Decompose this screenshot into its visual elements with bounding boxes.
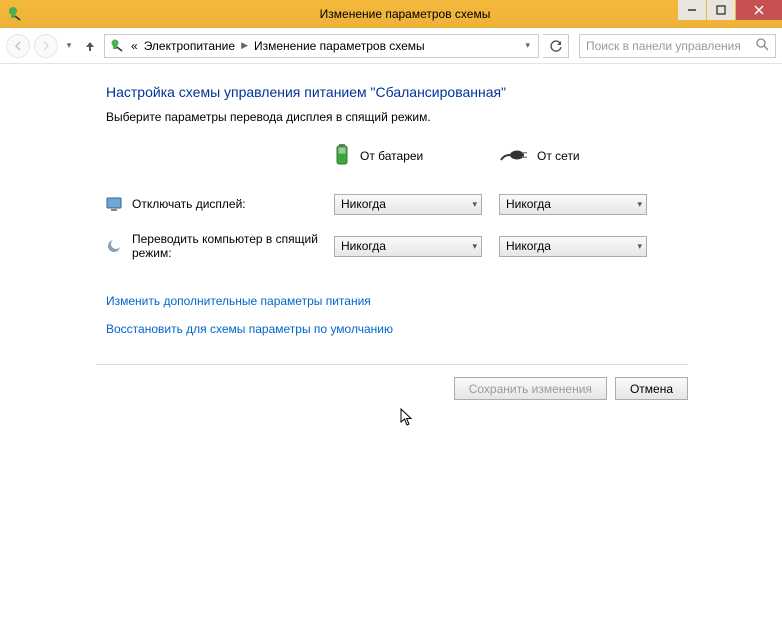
title-bar: Изменение параметров схемы bbox=[0, 0, 782, 28]
battery-icon bbox=[334, 143, 350, 170]
display-off-battery-combo[interactable]: Никогда ▾ bbox=[334, 194, 482, 215]
cancel-button[interactable]: Отмена bbox=[615, 377, 688, 400]
mains-label: От сети bbox=[537, 149, 580, 163]
display-off-mains-combo[interactable]: Никогда ▾ bbox=[499, 194, 647, 215]
page-title: Настройка схемы управления питанием "Сба… bbox=[106, 84, 700, 100]
moon-icon bbox=[106, 238, 122, 254]
row-display-off: Отключать дисплей: Никогда ▾ Никогда ▾ bbox=[106, 192, 700, 216]
breadcrumb-prefix: « bbox=[131, 39, 138, 53]
chevron-down-icon: ▾ bbox=[472, 241, 477, 252]
chevron-right-icon: ▶ bbox=[241, 40, 248, 51]
back-button[interactable] bbox=[6, 34, 30, 58]
chevron-down-icon: ▾ bbox=[637, 241, 642, 252]
battery-column-header: От батареи bbox=[334, 142, 499, 170]
display-off-label: Отключать дисплей: bbox=[132, 197, 246, 211]
window-title: Изменение параметров схемы bbox=[28, 7, 782, 21]
breadcrumb-edit-plan[interactable]: Изменение параметров схемы bbox=[254, 39, 425, 53]
restore-defaults-link[interactable]: Восстановить для схемы параметры по умол… bbox=[106, 322, 700, 336]
main-content: Настройка схемы управления питанием "Сба… bbox=[0, 64, 700, 412]
breadcrumb-power[interactable]: Электропитание bbox=[144, 39, 235, 53]
sleep-label: Переводить компьютер в спящий режим: bbox=[132, 232, 327, 260]
advanced-settings-link[interactable]: Изменить дополнительные параметры питани… bbox=[106, 294, 700, 308]
plug-icon bbox=[499, 146, 527, 167]
search-icon bbox=[756, 38, 769, 54]
footer: Сохранить изменения Отмена bbox=[96, 364, 688, 412]
search-box[interactable] bbox=[579, 34, 776, 58]
battery-label: От батареи bbox=[360, 149, 423, 163]
row-sleep: Переводить компьютер в спящий режим: Ник… bbox=[106, 232, 700, 260]
history-dropdown-icon[interactable]: ▾ bbox=[62, 40, 76, 51]
sleep-mains-combo[interactable]: Никогда ▾ bbox=[499, 236, 647, 257]
save-button[interactable]: Сохранить изменения bbox=[454, 377, 607, 400]
chevron-down-icon: ▾ bbox=[472, 199, 477, 210]
page-subtitle: Выберите параметры перевода дисплея в сп… bbox=[106, 110, 700, 124]
sleep-battery-combo[interactable]: Никогда ▾ bbox=[334, 236, 482, 257]
search-input[interactable] bbox=[586, 39, 750, 53]
maximize-button[interactable] bbox=[707, 0, 735, 20]
refresh-button[interactable] bbox=[543, 34, 569, 58]
app-icon bbox=[0, 6, 28, 22]
address-bar: ▾ « Электропитание ▶ Изменение параметро… bbox=[0, 28, 782, 64]
up-button[interactable] bbox=[80, 39, 100, 53]
breadcrumb-dropdown-icon[interactable]: ▾ bbox=[521, 40, 534, 51]
mains-column-header: От сети bbox=[499, 142, 664, 170]
minimize-button[interactable] bbox=[678, 0, 706, 20]
power-options-icon bbox=[109, 38, 125, 54]
forward-button[interactable] bbox=[34, 34, 58, 58]
close-button[interactable] bbox=[736, 0, 782, 20]
breadcrumb[interactable]: « Электропитание ▶ Изменение параметров … bbox=[104, 34, 539, 58]
chevron-down-icon: ▾ bbox=[637, 199, 642, 210]
monitor-icon bbox=[106, 196, 122, 212]
